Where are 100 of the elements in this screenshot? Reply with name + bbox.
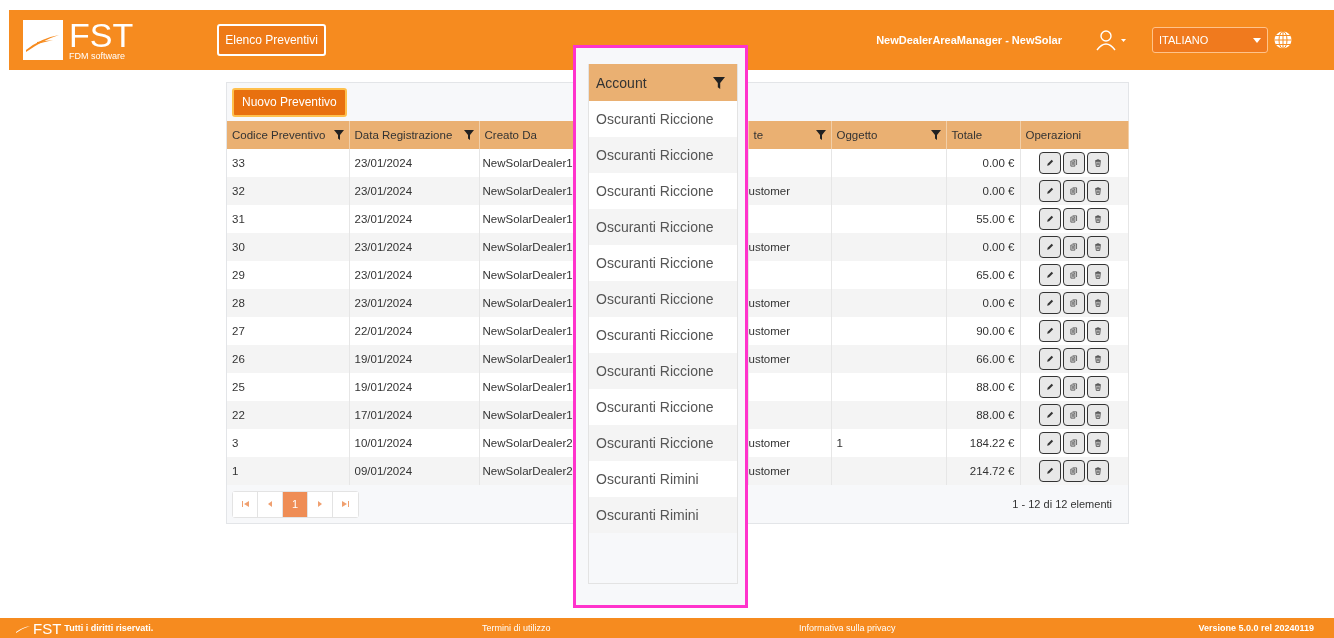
column-header[interactable]: Data Registrazione — [349, 121, 479, 149]
column-header[interactable]: Totale — [946, 121, 1020, 149]
trash-icon — [1094, 268, 1102, 282]
delete-button[interactable] — [1087, 432, 1109, 454]
copy-button[interactable] — [1063, 236, 1085, 258]
copy-button[interactable] — [1063, 404, 1085, 426]
delete-button[interactable] — [1087, 376, 1109, 398]
table-cell: ustomer — [748, 233, 831, 261]
copy-button[interactable] — [1063, 292, 1085, 314]
copy-icon — [1070, 324, 1078, 338]
table-cell: NewSolarDealer1 — [479, 205, 574, 233]
table-cell: 22 — [227, 401, 349, 429]
edit-button[interactable] — [1039, 432, 1061, 454]
edit-button[interactable] — [1039, 460, 1061, 482]
copy-button[interactable] — [1063, 376, 1085, 398]
table-cell: 55.00 € — [946, 205, 1020, 233]
copy-icon — [1070, 464, 1078, 478]
trash-icon — [1094, 464, 1102, 478]
copy-button[interactable] — [1063, 152, 1085, 174]
filter-icon[interactable] — [930, 130, 941, 140]
caret-icon — [1253, 37, 1261, 43]
filter-icon[interactable] — [815, 130, 826, 140]
edit-button[interactable] — [1039, 152, 1061, 174]
edit-button[interactable] — [1039, 236, 1061, 258]
delete-button[interactable] — [1087, 208, 1109, 230]
filter-icon[interactable] — [713, 76, 725, 89]
logo-icon — [23, 20, 63, 60]
table-cell: NewSolarDealer1 — [479, 345, 574, 373]
table-cell: 30 — [227, 233, 349, 261]
table-cell: 26 — [227, 345, 349, 373]
table-cell: ustomer — [748, 429, 831, 457]
table-cell: NewSolarDealer1 — [479, 289, 574, 317]
edit-button[interactable] — [1039, 264, 1061, 286]
copyright-text: Tutti i diritti riservati. — [64, 623, 154, 633]
copy-button[interactable] — [1063, 180, 1085, 202]
table-cell: 88.00 € — [946, 373, 1020, 401]
table-cell: 23/01/2024 — [349, 177, 479, 205]
table-cell: 0.00 € — [946, 177, 1020, 205]
copy-icon — [1070, 184, 1078, 198]
table-cell: 184.22 € — [946, 429, 1020, 457]
copy-button[interactable] — [1063, 320, 1085, 342]
column-header[interactable]: Operazioni — [1020, 121, 1128, 149]
column-header[interactable]: Codice Preventivo — [227, 121, 349, 149]
edit-button[interactable] — [1039, 208, 1061, 230]
table-cell: 90.00 € — [946, 317, 1020, 345]
delete-button[interactable] — [1087, 320, 1109, 342]
filter-icon[interactable] — [463, 130, 474, 140]
table-cell: NewSolarDealer1 — [479, 401, 574, 429]
delete-button[interactable] — [1087, 292, 1109, 314]
copy-button[interactable] — [1063, 208, 1085, 230]
table-cell: 28 — [227, 289, 349, 317]
delete-button[interactable] — [1087, 152, 1109, 174]
column-header[interactable]: Oggetto — [831, 121, 946, 149]
copy-button[interactable] — [1063, 264, 1085, 286]
table-cell: 31 — [227, 205, 349, 233]
delete-button[interactable] — [1087, 264, 1109, 286]
trash-icon — [1094, 408, 1102, 422]
copy-icon — [1070, 352, 1078, 366]
table-cell: Oscuranti Rimini — [589, 497, 737, 533]
table-cell: 23/01/2024 — [349, 149, 479, 177]
column-header[interactable]: te — [748, 121, 831, 149]
table-cell: NewSolarDealer2 — [479, 429, 574, 457]
table-cell: 1 — [831, 429, 946, 457]
column-header[interactable]: Creato Da — [479, 121, 574, 149]
table-cell: ustomer — [748, 457, 831, 485]
copy-button[interactable] — [1063, 348, 1085, 370]
copy-button[interactable] — [1063, 432, 1085, 454]
trash-icon — [1094, 240, 1102, 254]
table-cell: Oscuranti Rimini — [589, 461, 737, 497]
edit-button[interactable] — [1039, 180, 1061, 202]
edit-button[interactable] — [1039, 404, 1061, 426]
column-header[interactable]: Account — [589, 64, 737, 101]
table-cell: NewSolarDealer2 — [479, 457, 574, 485]
copy-icon — [1070, 296, 1078, 310]
table-cell: Oscuranti Riccione — [589, 101, 737, 137]
footer-logo: FST — [33, 619, 62, 637]
table-cell: Oscuranti Riccione — [589, 317, 737, 353]
filter-icon[interactable] — [333, 130, 344, 140]
table-cell: 10/01/2024 — [349, 429, 479, 457]
delete-button[interactable] — [1087, 460, 1109, 482]
table-cell: ustomer — [748, 177, 831, 205]
edit-button[interactable] — [1039, 292, 1061, 314]
table-cell: Oscuranti Riccione — [589, 353, 737, 389]
table-cell: 0.00 € — [946, 233, 1020, 261]
copy-button[interactable] — [1063, 460, 1085, 482]
table-cell: Oscuranti Riccione — [589, 209, 737, 245]
logo-name: FST — [69, 19, 134, 51]
delete-button[interactable] — [1087, 404, 1109, 426]
delete-button[interactable] — [1087, 348, 1109, 370]
delete-button[interactable] — [1087, 180, 1109, 202]
trash-icon — [1094, 436, 1102, 450]
edit-button[interactable] — [1039, 376, 1061, 398]
table-cell: 25 — [227, 373, 349, 401]
delete-button[interactable] — [1087, 236, 1109, 258]
logo-tagline: FDM software — [69, 51, 126, 61]
table-cell: 23/01/2024 — [349, 261, 479, 289]
table-cell: 33 — [227, 149, 349, 177]
edit-button[interactable] — [1039, 348, 1061, 370]
user-name: NewDealerAreaManager - NewSolar — [876, 34, 1062, 46]
edit-button[interactable] — [1039, 320, 1061, 342]
